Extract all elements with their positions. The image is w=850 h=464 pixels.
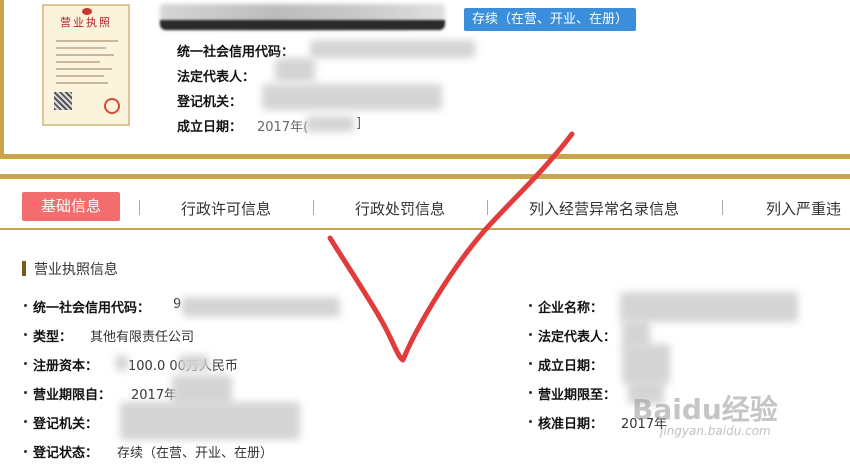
field-established-date-label: 成立日期： [538, 359, 604, 374]
field-registration-status-value: 存续（在营、开业、在册） [117, 446, 274, 461]
card-edge [0, 0, 4, 159]
capital-redacted [179, 355, 209, 371]
baidu-watermark-url: jingyan.baidu.com [660, 424, 771, 438]
license-text-line [56, 61, 100, 63]
established-date-suffix: ] [356, 116, 362, 131]
field-type-value: 其他有限责任公司 [90, 330, 195, 345]
field-credit-code-value: 9 [173, 297, 182, 312]
tab-bar-bottom-border [0, 228, 850, 230]
license-thumbnail-heading: 营业执照 [60, 16, 112, 29]
license-text-line [56, 40, 118, 42]
tab-separator [487, 200, 488, 215]
card-border [0, 154, 850, 159]
official-seal-icon [104, 98, 120, 114]
established-date-redacted [622, 344, 670, 384]
license-text-line [56, 82, 108, 84]
bullet-icon [24, 362, 27, 365]
field-company-name-label: 企业名称： [538, 301, 604, 316]
company-name-redacted-underline [160, 20, 445, 30]
bullet-icon [529, 333, 532, 336]
baidu-watermark-logo: Baidu经验 [632, 393, 778, 426]
field-approval-date-label: 核准日期： [538, 417, 604, 432]
bullet-icon [24, 420, 27, 423]
business-license-thumbnail[interactable]: 营业执照 [42, 4, 130, 126]
qr-code-icon [54, 92, 72, 110]
capital-redacted [116, 355, 128, 371]
bullet-icon [24, 391, 27, 394]
tab-administrative-license[interactable]: 行政许可信息 [181, 198, 271, 219]
tab-serious-violation-list[interactable]: 列入严重违 [766, 198, 841, 219]
credit-code-redacted [310, 40, 475, 58]
tab-abnormal-operation-list[interactable]: 列入经营异常名录信息 [529, 198, 679, 219]
bullet-icon [24, 304, 27, 307]
license-text-line [56, 54, 114, 56]
registration-authority-label: 登记机关： [177, 95, 243, 110]
credit-code-redacted [182, 297, 340, 317]
bullet-icon [529, 391, 532, 394]
established-date-redacted [306, 116, 354, 132]
bullet-icon [529, 362, 532, 365]
field-credit-code-label: 统一社会信用代码： [33, 301, 151, 316]
tab-separator [313, 200, 314, 215]
company-name-redacted [620, 292, 798, 322]
field-term-from-label: 营业期限自： [33, 388, 112, 403]
field-registered-capital-label: 注册资本： [33, 359, 99, 374]
section-marker [22, 261, 26, 276]
term-from-redacted [172, 375, 232, 405]
field-legal-rep-label: 法定代表人： [538, 330, 617, 345]
section-title: 营业执照信息 [34, 262, 118, 278]
established-date-value: 2017年( [257, 120, 309, 135]
license-text-line [56, 75, 104, 77]
field-registration-status-label: 登记状态： [33, 446, 99, 461]
established-date-label: 成立日期： [177, 120, 243, 135]
field-term-from-value: 2017年 [131, 388, 178, 403]
license-text-line [56, 68, 112, 70]
bullet-icon [24, 333, 27, 336]
license-text-line [56, 47, 106, 49]
tab-basic-info[interactable]: 基础信息 [22, 192, 120, 221]
registration-authority-redacted [120, 402, 300, 440]
field-registration-authority-label: 登记机关： [33, 417, 99, 432]
bullet-icon [529, 420, 532, 423]
legal-rep-redacted [275, 58, 315, 82]
tab-administrative-penalty[interactable]: 行政处罚信息 [355, 198, 445, 219]
bullet-icon [24, 450, 27, 453]
field-type-label: 类型： [33, 330, 73, 345]
status-badge: 存续（在营、开业、在册） [464, 8, 637, 31]
tab-separator [139, 200, 140, 215]
registration-authority-redacted [262, 84, 442, 110]
bullet-icon [529, 304, 532, 307]
legal-rep-label: 法定代表人： [177, 70, 256, 85]
tab-separator [722, 200, 723, 215]
field-term-to-label: 营业期限至： [538, 388, 617, 403]
